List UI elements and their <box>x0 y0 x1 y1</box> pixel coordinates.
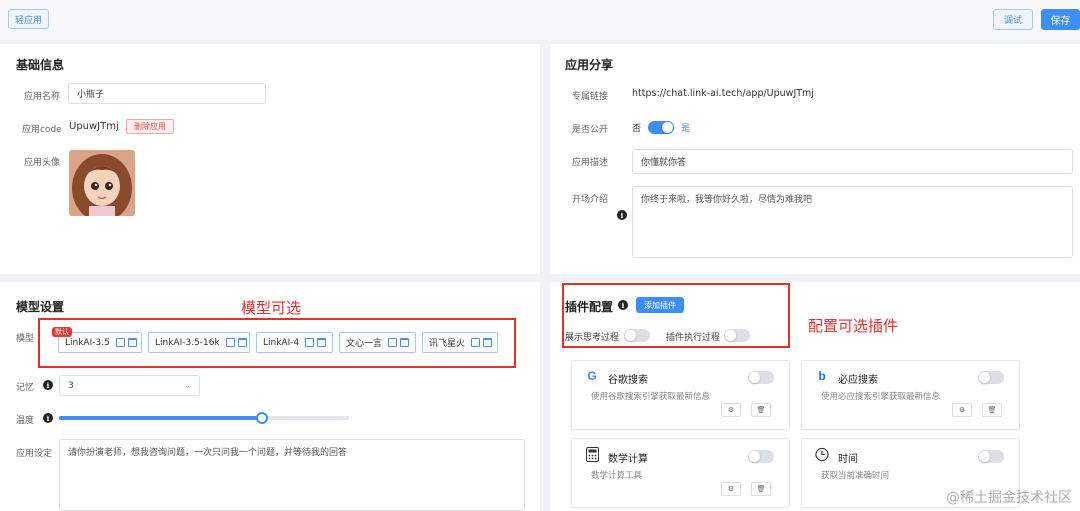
share-title: 应用分享 <box>565 58 614 72</box>
top-bar: 轻应用 调试 保存 <box>0 0 1080 40</box>
plugin-desc: 使用必应搜索引擎获取最新信息 <box>821 392 941 402</box>
memory-value: 3 <box>68 380 74 391</box>
plugin-toggle[interactable] <box>748 450 774 463</box>
intro-label: 开场介绍 <box>572 195 609 205</box>
model-label: 模型 <box>16 334 35 344</box>
model-annotation-text: 模型可选 <box>241 299 302 317</box>
plugins-annotation-text: 配置可选插件 <box>808 317 899 335</box>
trash-icon[interactable]: 🗑 <box>751 403 771 417</box>
basic-info-title: 基础信息 <box>16 58 65 72</box>
gear-icon[interactable]: ⚙ <box>952 403 972 417</box>
save-button[interactable]: 保存 <box>1041 9 1080 30</box>
desc-input[interactable]: 你懂就你答 <box>632 149 1073 174</box>
plugin-name: 时间 <box>838 454 858 465</box>
plugin-desc: 获取当前准确时间 <box>821 471 890 481</box>
temperature-info-icon[interactable]: i <box>43 413 53 423</box>
plugin-name: 数学计算 <box>608 454 648 465</box>
model-settings-title: 模型设置 <box>16 300 65 314</box>
plugin-desc: 使用谷歌搜索引擎获取最新信息 <box>591 392 711 402</box>
public-label: 是否公开 <box>572 125 609 135</box>
desc-label: 应用描述 <box>572 158 609 168</box>
plugin-name: 必应搜索 <box>838 375 878 386</box>
plugin-name: 谷歌搜索 <box>608 375 648 386</box>
plugin-toggle[interactable] <box>748 371 774 384</box>
clock-icon <box>815 447 829 461</box>
setting-textarea[interactable]: 请你扮演老师，想我咨询问题，一次只问我一个问题，并等待我的回答 <box>59 439 525 511</box>
bing-icon: b <box>818 369 826 383</box>
app-name-input[interactable]: 小瓶子 <box>68 83 266 104</box>
public-no-label: 否 <box>632 124 642 134</box>
public-toggle[interactable] <box>648 121 674 134</box>
app-avatar-label: 应用头像 <box>24 158 61 168</box>
back-button[interactable]: 轻应用 <box>8 9 49 29</box>
plugin-toggle[interactable] <box>978 450 1004 463</box>
memory-info-icon[interactable]: i <box>43 380 53 390</box>
plugin-toggle[interactable] <box>978 371 1004 384</box>
trash-icon[interactable]: 🗑 <box>982 403 1002 417</box>
public-yes-label: 是 <box>681 124 691 134</box>
intro-textarea[interactable]: 你终于来啦，我等你好久啦，尽情为难我吧 <box>632 186 1073 258</box>
temperature-slider-fill <box>59 416 262 420</box>
temperature-slider-thumb[interactable] <box>256 412 268 424</box>
google-icon: G <box>587 369 597 383</box>
link-label: 专属链接 <box>572 92 609 102</box>
trash-icon[interactable]: 🗑 <box>751 482 771 496</box>
delete-app-button[interactable]: 删除应用 <box>126 119 174 134</box>
setting-label: 应用设定 <box>16 449 53 459</box>
memory-select[interactable]: 3 ⌄ <box>59 375 200 396</box>
gear-icon[interactable]: ⚙ <box>721 482 741 496</box>
app-code-label: 应用code <box>22 125 62 135</box>
plugins-annotation-box <box>562 283 790 348</box>
plugin-desc: 数学计算工具 <box>591 471 643 481</box>
link-value[interactable]: https://chat.link-ai.tech/app/UpuwJTmj <box>632 88 814 99</box>
memory-label: 记忆 <box>16 383 35 393</box>
model-annotation-box <box>38 318 516 368</box>
gear-icon[interactable]: ⚙ <box>721 403 741 417</box>
intro-info-icon[interactable]: i <box>617 210 627 220</box>
app-avatar-image[interactable] <box>69 150 135 216</box>
watermark: @稀土掘金技术社区 <box>946 490 1072 506</box>
app-code-value: UpuwJTmj <box>69 121 119 132</box>
temperature-label: 温度 <box>16 416 35 426</box>
chevron-down-icon: ⌄ <box>184 381 191 390</box>
calculator-icon <box>585 446 599 462</box>
debug-button[interactable]: 调试 <box>993 9 1033 30</box>
app-name-label: 应用名称 <box>24 92 61 102</box>
